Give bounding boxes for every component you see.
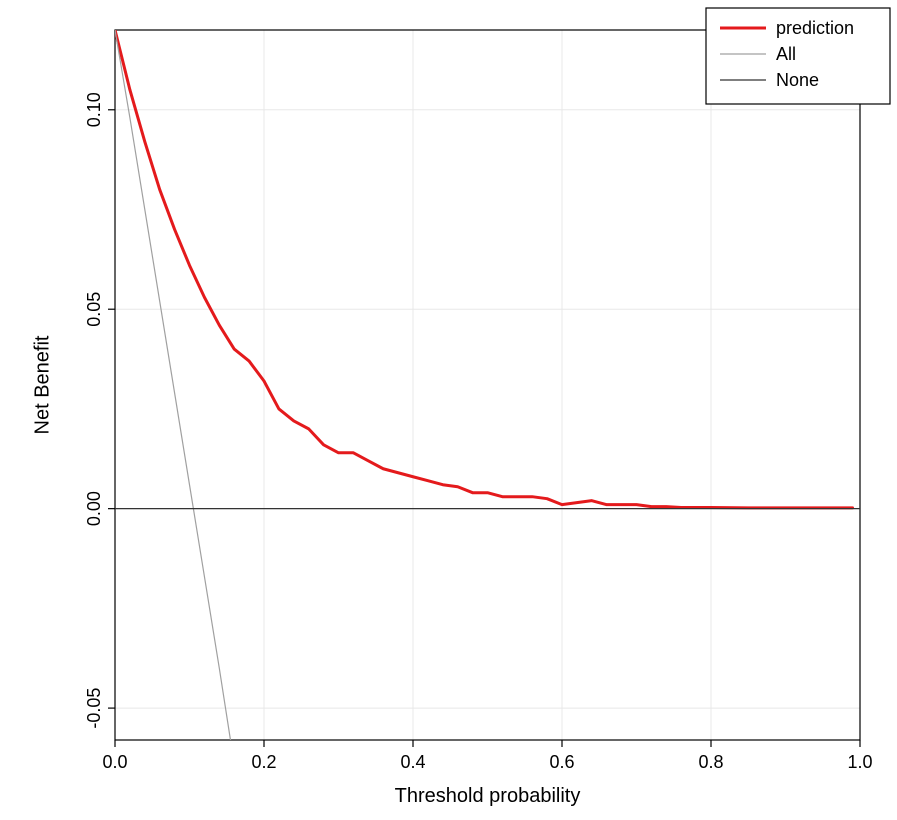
decision-curve-chart: 0.0 0.2 0.4 0.6 0.8 1.0 -0.05 0.00 0.05 0.10 Thres… bbox=[0, 0, 897, 820]
x-tick-label: 0.8 bbox=[698, 752, 723, 772]
chart-svg: 0.0 0.2 0.4 0.6 0.8 1.0 -0.05 0.00 0.05 0.10 Thres… bbox=[0, 0, 897, 820]
y-tick-label-group: 0.05 bbox=[84, 292, 104, 327]
y-tick-label: -0.05 bbox=[84, 688, 104, 729]
y-tick-label: 0.00 bbox=[84, 491, 104, 526]
x-tick-label: 0.6 bbox=[549, 752, 574, 772]
x-tick-label: 0.2 bbox=[251, 752, 276, 772]
y-tick-label-group: 0.10 bbox=[84, 92, 104, 127]
legend-item-label: prediction bbox=[776, 18, 854, 38]
series-group bbox=[115, 30, 860, 740]
legend-item-label: All bbox=[776, 44, 796, 64]
y-tick-label: 0.05 bbox=[84, 292, 104, 327]
x-axis-label: Threshold probability bbox=[395, 785, 581, 807]
legend-item-label: None bbox=[776, 70, 819, 90]
x-tick-label: 1.0 bbox=[847, 752, 872, 772]
x-tick-label: 0.4 bbox=[400, 752, 425, 772]
y-tick-label-group: -0.05 bbox=[84, 688, 104, 729]
x-tick-label: 0.0 bbox=[102, 752, 127, 772]
legend: prediction All None bbox=[706, 8, 890, 104]
series-line bbox=[115, 30, 230, 740]
y-axis-label-group: Net Benefit bbox=[31, 335, 53, 434]
y-tick-label: 0.10 bbox=[84, 92, 104, 127]
y-tick-label-group: 0.00 bbox=[84, 491, 104, 526]
y-axis-label: Net Benefit bbox=[31, 335, 53, 434]
plot-border bbox=[115, 30, 860, 740]
